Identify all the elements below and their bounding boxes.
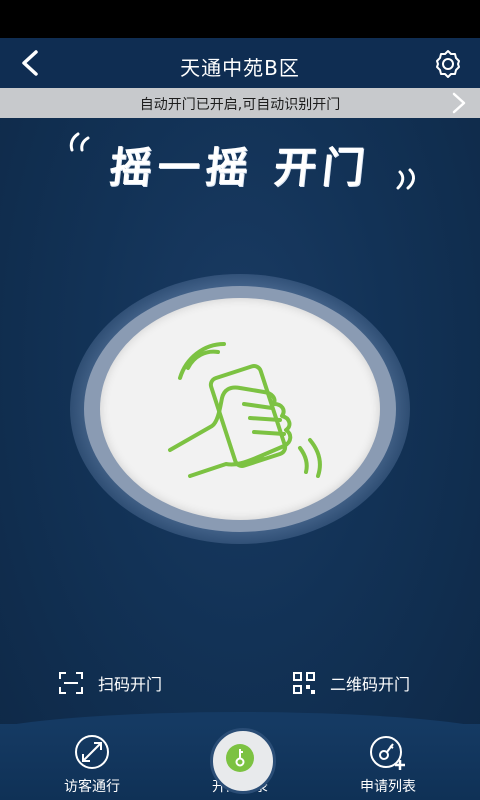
gear-icon: [436, 50, 460, 78]
tab-apply-list[interactable]: 申请列表: [328, 724, 448, 800]
auto-open-notice[interactable]: 自动开门已开启,可自动识别开门: [0, 88, 480, 118]
back-button[interactable]: [14, 46, 48, 80]
scan-icon: [59, 672, 83, 694]
nav-bar: 天通中苑B区: [0, 38, 480, 88]
shake-title-text: 摇一摇 开门: [106, 143, 373, 192]
visitor-pass-icon: [75, 735, 109, 769]
chevron-right-icon: [452, 92, 466, 114]
open-records-bubble[interactable]: [210, 728, 276, 794]
app-screen: 天通中苑B区 自动开门已开启,可自动识别开门 摇一摇 开门 扫码开门 二维码开门…: [0, 0, 480, 800]
close-quote-icon: [396, 168, 415, 190]
page-title: 天通中苑B区: [180, 56, 300, 80]
qrcode-open-label: 二维码开门: [330, 675, 411, 694]
scan-open-label: 扫码开门: [98, 675, 163, 694]
chevron-left-icon: [22, 50, 38, 76]
tab-apply-list-label: 申请列表: [360, 779, 416, 795]
status-bar: [0, 0, 480, 38]
key-add-icon: [370, 736, 405, 770]
phone-shake-hand-icon: [168, 342, 322, 478]
tab-visitor-pass[interactable]: 访客通行: [32, 724, 152, 800]
tab-visitor-pass-label: 访客通行: [64, 779, 120, 795]
quick-actions: 扫码开门 二维码开门: [0, 668, 480, 698]
key-icon: [226, 744, 254, 772]
shake-open-button[interactable]: [100, 298, 380, 520]
scan-open-button[interactable]: 扫码开门: [58, 668, 162, 698]
shake-title: 摇一摇 开门: [0, 130, 480, 200]
shake-area: [70, 274, 410, 544]
qrcode-open-button[interactable]: 二维码开门: [292, 668, 410, 698]
qr-code-icon: [293, 672, 315, 694]
notice-text: 自动开门已开启,可自动识别开门: [139, 97, 341, 113]
settings-button[interactable]: [432, 48, 464, 80]
open-quote-icon: [69, 132, 90, 152]
